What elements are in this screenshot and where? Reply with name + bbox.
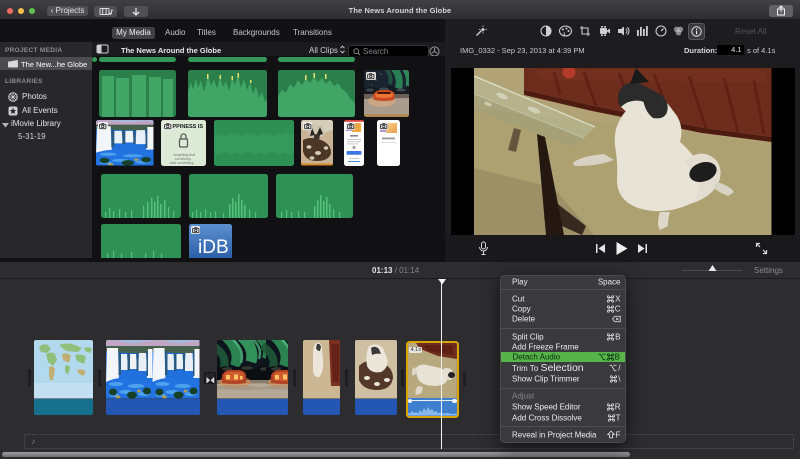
- svg-text:iDB: iDB: [198, 237, 229, 258]
